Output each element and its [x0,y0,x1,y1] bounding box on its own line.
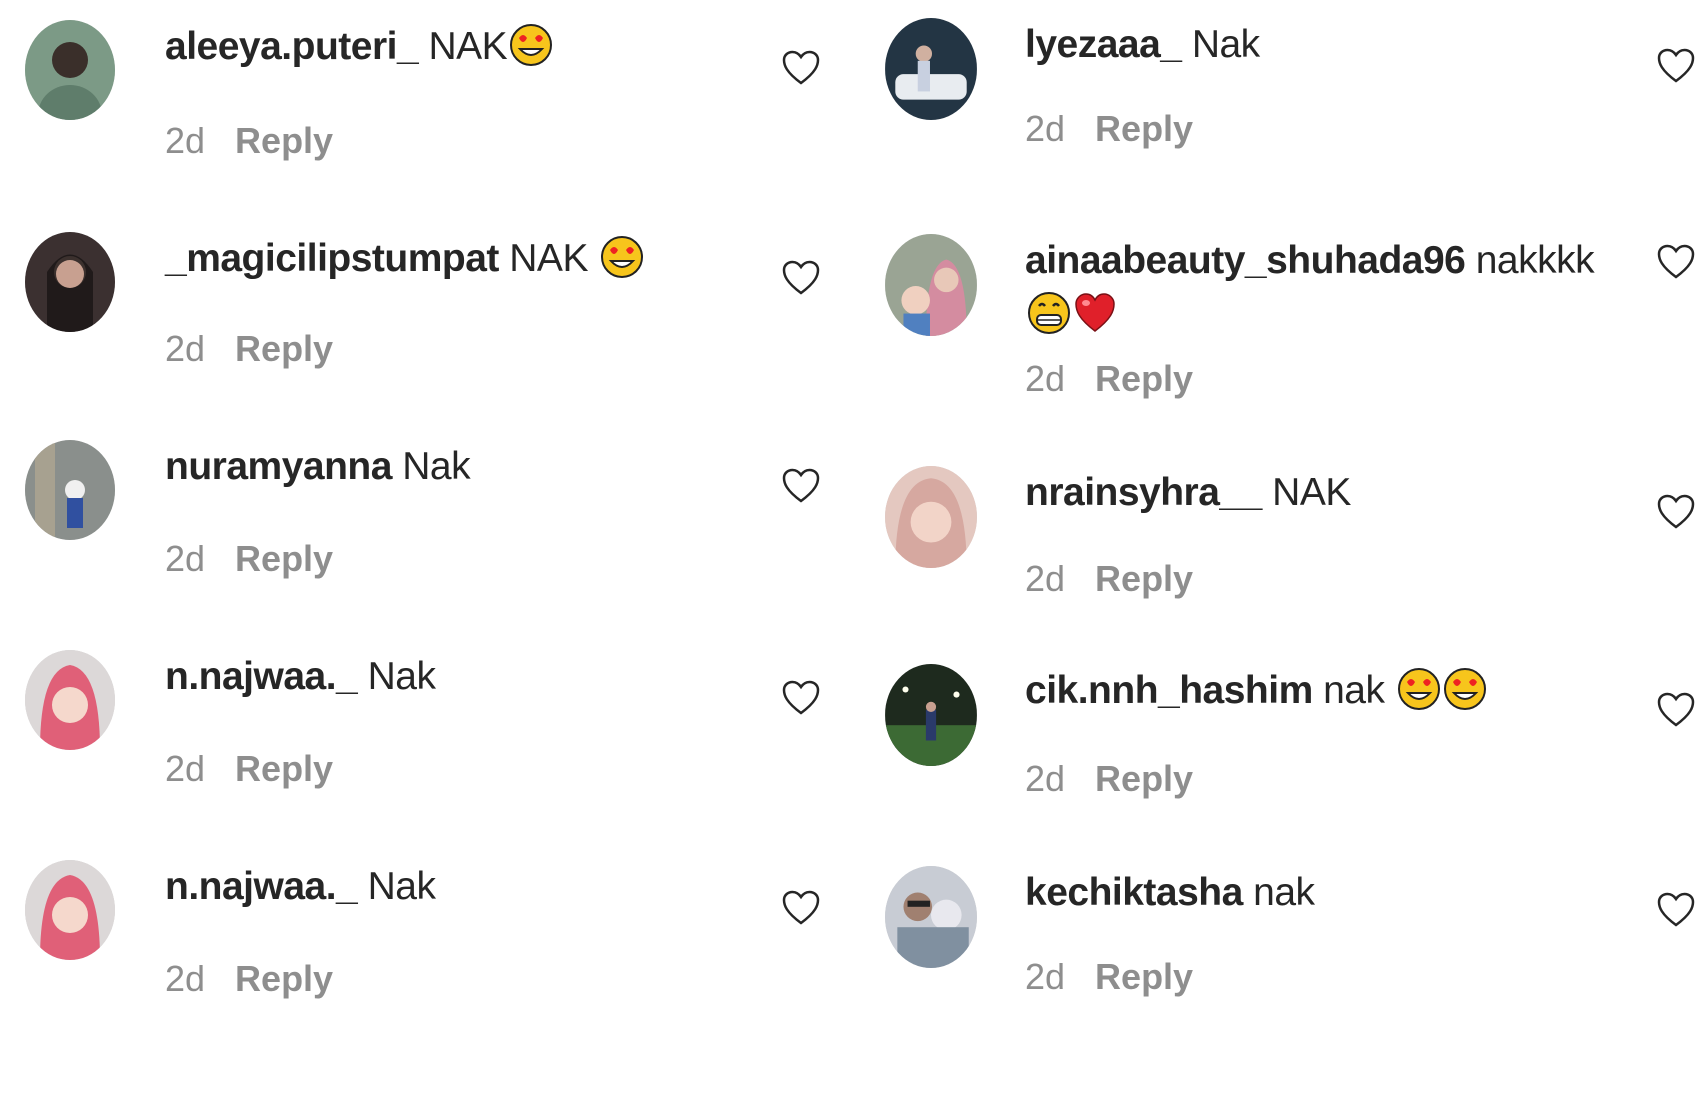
heart-outline-icon[interactable] [1657,892,1695,928]
reply-button[interactable]: Reply [235,748,333,789]
reply-button[interactable]: Reply [235,328,333,369]
comment-item: n.najwaa._ Nak 2d Reply [25,650,825,790]
comment-meta: 2d Reply [1025,558,1193,600]
comment-username[interactable]: cik.nnh_hashim [1025,669,1313,712]
comment-text: Nak [367,865,436,908]
heart-outline-icon[interactable] [782,890,820,926]
comment-text: nak [1253,871,1315,914]
heart-outline-icon[interactable] [1657,48,1695,84]
reply-button[interactable]: Reply [235,120,333,161]
comment-time: 2d [165,120,206,161]
comment-time: 2d [165,538,206,579]
comment-item: lyezaaa_ Nak 2d Reply [885,18,1700,158]
comment-body: lyezaaa_ Nak [1025,18,1260,72]
heart-outline-icon[interactable] [1657,692,1695,728]
comment-body: cik.nnh_hashim nak [1025,664,1487,718]
heart-eyes-emoji-icon [600,235,644,279]
heart-outline-icon[interactable] [782,680,820,716]
comment-item: aleeya.puteri_ NAK 2d Reply [25,20,825,162]
comment-meta: 2d Reply [1025,956,1193,998]
reply-button[interactable]: Reply [235,538,333,579]
avatar[interactable] [885,466,977,568]
comment-username[interactable]: aleeya.puteri_ [165,25,419,68]
comment-body: _magicilipstumpat NAK [165,232,644,286]
comment-meta: 2d Reply [165,328,333,370]
avatar[interactable] [25,20,115,120]
red-heart-emoji-icon [1073,291,1117,335]
reply-button[interactable]: Reply [1095,758,1193,799]
comment-time: 2d [165,748,206,789]
comment-meta: 2d Reply [1025,358,1193,400]
avatar[interactable] [25,232,115,332]
comment-username[interactable]: ainaabeauty_shuhada96 [1025,239,1466,282]
avatar[interactable] [885,866,977,968]
avatar[interactable] [885,18,977,120]
comment-meta: 2d Reply [165,958,333,1000]
reply-button[interactable]: Reply [1095,956,1193,997]
comment-text: NAK [1272,471,1351,514]
comment-meta: 2d Reply [165,748,333,790]
comment-text: Nak [1191,23,1260,66]
heart-outline-icon[interactable] [1657,244,1695,280]
comment-username[interactable]: n.najwaa._ [165,655,358,698]
avatar[interactable] [885,234,977,336]
comment-body: ainaabeauty_shuhada96 nakkkk [1025,234,1645,342]
heart-eyes-emoji-icon [1443,667,1487,711]
comment-text: NAK [428,25,508,68]
comment-item: cik.nnh_hashim nak 2d Reply [885,664,1700,804]
comment-username[interactable]: n.najwaa._ [165,865,358,908]
avatar[interactable] [25,860,115,960]
comment-username[interactable]: _magicilipstumpat [165,237,499,280]
comment-time: 2d [1025,956,1066,997]
comment-item: ainaabeauty_shuhada96 nakkkk 2d Reply [885,234,1700,399]
heart-outline-icon[interactable] [782,468,820,504]
comment-text: nakkkk [1475,239,1595,282]
comment-body: aleeya.puteri_ NAK [165,20,553,74]
comment-item: nrainsyhra__ NAK 2d Reply [885,466,1700,606]
comment-username[interactable]: kechiktasha [1025,871,1243,914]
comment-item: n.najwaa._ Nak 2d Reply [25,860,825,1000]
comment-meta: 2d Reply [1025,758,1193,800]
comment-time: 2d [165,328,206,369]
avatar[interactable] [885,664,977,766]
grin-emoji-icon [1027,291,1071,335]
heart-outline-icon[interactable] [782,50,820,86]
comment-meta: 2d Reply [165,120,333,162]
comment-body: nrainsyhra__ NAK [1025,466,1351,520]
comment-item: _magicilipstumpat NAK 2d Reply [25,232,825,372]
avatar[interactable] [25,440,115,540]
comment-body: n.najwaa._ Nak [165,650,436,704]
comment-text: nak [1323,669,1385,712]
comment-username[interactable]: nrainsyhra__ [1025,471,1262,514]
heart-outline-icon[interactable] [1657,494,1695,530]
comment-text: Nak [367,655,436,698]
avatar[interactable] [25,650,115,750]
comment-text: NAK [509,237,588,280]
comment-time: 2d [1025,558,1066,599]
comment-meta: 2d Reply [1025,108,1193,150]
reply-button[interactable]: Reply [1095,558,1193,599]
comment-body: kechiktasha nak [1025,866,1315,920]
comment-username[interactable]: lyezaaa_ [1025,23,1182,66]
comment-username[interactable]: nuramyanna [165,445,392,488]
reply-button[interactable]: Reply [235,958,333,999]
comment-time: 2d [165,958,206,999]
comment-body: n.najwaa._ Nak [165,860,436,914]
heart-eyes-emoji-icon [1397,667,1441,711]
comment-item: nuramyanna Nak 2d Reply [25,440,825,580]
comment-time: 2d [1025,758,1066,799]
comment-body: nuramyanna Nak [165,440,471,494]
heart-eyes-emoji-icon [509,23,553,67]
comment-text: Nak [402,445,471,488]
heart-outline-icon[interactable] [782,260,820,296]
comment-item: kechiktasha nak 2d Reply [885,866,1700,1006]
comment-meta: 2d Reply [165,538,333,580]
reply-button[interactable]: Reply [1095,108,1193,149]
comment-time: 2d [1025,108,1066,149]
reply-button[interactable]: Reply [1095,358,1193,399]
comment-time: 2d [1025,358,1066,399]
